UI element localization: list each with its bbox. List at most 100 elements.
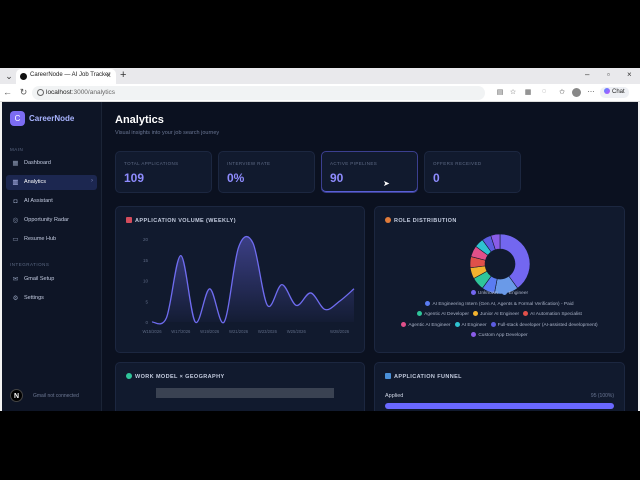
tab-title: CareerNode — AI Job Tracker — [30, 72, 111, 78]
legend-label: Agentic AI Developer — [424, 312, 469, 317]
legend-label: Custom App Developer — [478, 333, 528, 338]
legend-item[interactable]: AI Automation Specialist — [523, 310, 582, 321]
y-tick-label: 5 — [145, 299, 148, 304]
sidebar-item-ai-assistant[interactable]: ◘ AI Assistant — [6, 194, 97, 209]
legend-item[interactable]: Unknown — [470, 289, 498, 300]
maximize-icon[interactable]: ▫ — [607, 70, 610, 79]
brand-name: CareerNode — [29, 114, 75, 123]
url-text: localhost:3000/analytics — [46, 89, 115, 96]
x-tick-label: W21/2026 — [229, 329, 249, 334]
application-funnel-card: APPLICATION FUNNEL Applied 95 (100%) — [374, 362, 625, 411]
sidebar: C CareerNode MAIN ▦ Dashboard ▥ Analytic… — [2, 102, 102, 411]
mail-icon: ✉ — [12, 276, 19, 283]
x-tick-label: W19/2026 — [200, 329, 220, 334]
work-model-chart-placeholder — [156, 388, 334, 398]
site-info-icon[interactable] — [37, 89, 44, 96]
close-tab-icon[interactable]: × — [106, 71, 111, 80]
sidebar-item-label: Opportunity Radar — [24, 217, 69, 223]
legend-label: Unknown — [477, 291, 498, 296]
browser-window: ⌄ CareerNode — AI Job Tracker × + – ▫ × … — [0, 68, 640, 411]
legend-label: Full-stack developer (AI-assisted develo… — [497, 322, 598, 328]
page-title: Analytics — [115, 114, 164, 126]
legend-item[interactable]: AI Engineering Intern (Gen AI, Agents & … — [425, 300, 574, 311]
chart-icon: ▥ — [12, 179, 19, 186]
profile-avatar[interactable] — [572, 88, 581, 97]
legend-row: AI Engineering Intern (Gen AI, Agents & … — [375, 300, 624, 311]
screen: ⌄ CareerNode — AI Job Tracker × + – ▫ × … — [0, 0, 640, 480]
legend-swatch — [471, 332, 477, 337]
funnel-row-label: Applied — [385, 393, 404, 399]
legend-item[interactable]: Engineer — [501, 289, 528, 300]
stat-card-interview-rate[interactable]: INTERVIEW RATE 0% — [218, 151, 315, 193]
area-fill — [152, 236, 354, 324]
back-icon[interactable]: ← — [2, 87, 13, 97]
sidebar-item-opportunity-radar[interactable]: ◎ Opportunity Radar — [6, 213, 97, 228]
bookmark-star-icon[interactable]: ☆ — [508, 88, 518, 96]
funnel-icon — [385, 373, 391, 379]
legend-swatch — [417, 311, 423, 316]
sidebar-item-gmail-setup[interactable]: ✉ Gmail Setup — [6, 272, 97, 287]
close-window-icon[interactable]: × — [627, 70, 632, 79]
sidebar-item-dashboard[interactable]: ▦ Dashboard — [6, 156, 97, 171]
stat-card-offers-received[interactable]: OFFERS RECEIVED 0 — [424, 151, 521, 193]
stat-card-active-pipelines[interactable]: ACTIVE PIPELINES 90 — [321, 151, 418, 193]
y-tick-label: 0 — [145, 320, 148, 325]
url-path: :3000/analytics — [71, 89, 116, 96]
sidebar-item-settings[interactable]: ⚙ Settings — [6, 291, 97, 306]
stat-label: INTERVIEW RATE — [227, 161, 271, 166]
sidebar-item-label: AI Assistant — [24, 198, 53, 204]
address-bar[interactable]: localhost:3000/analytics — [32, 86, 485, 100]
sidebar-item-label: Dashboard — [24, 160, 51, 166]
legend-label: Agentic AI Engineer — [408, 322, 451, 328]
legend-item[interactable]: Custom App Developer — [471, 331, 528, 342]
extensions-icon[interactable]: ▦ — [523, 88, 533, 96]
minimize-icon[interactable]: – — [585, 70, 589, 79]
gear-icon: ⚙ — [12, 295, 19, 302]
new-tab-icon[interactable]: + — [120, 69, 126, 81]
stat-value: 0% — [227, 171, 245, 185]
mouse-cursor-icon: ➤ — [383, 179, 390, 188]
application-funnel-title-text: APPLICATION FUNNEL — [394, 374, 462, 380]
url-host: localhost — [46, 89, 72, 96]
sidebar-item-label: Gmail Setup — [24, 276, 55, 282]
role-distribution-card: ROLE DISTRIBUTION Unknown Engineer AI Engi… — [374, 206, 625, 353]
favorites-icon[interactable]: ✩ — [557, 88, 567, 96]
x-tick-label: W25/2026 — [287, 329, 307, 334]
stat-value: 0 — [433, 171, 440, 185]
sidebar-item-analytics[interactable]: ▥ Analytics › — [6, 175, 97, 190]
radar-icon: ◎ — [12, 217, 19, 224]
browser-tab[interactable]: CareerNode — AI Job Tracker × — [16, 69, 116, 84]
funnel-bar-fill — [385, 403, 614, 409]
legend-row: Unknown Engineer — [375, 289, 624, 300]
grid-icon: ▦ — [12, 160, 19, 167]
tab-search-icon[interactable]: ⌄ — [3, 70, 15, 82]
stat-card-total-applications[interactable]: TOTAL APPLICATIONS 109 — [115, 151, 212, 193]
sidebar-item-label: Resume Hub — [24, 236, 57, 242]
y-tick-label: 10 — [143, 279, 149, 284]
legend-item[interactable]: Agentic AI Engineer — [401, 321, 451, 332]
copilot-icon — [604, 88, 610, 94]
reader-icon[interactable]: ▤ — [495, 88, 505, 96]
gmail-status: Gmail not connected N — [10, 389, 100, 405]
legend-item[interactable]: Junior AI Engineer — [472, 310, 519, 321]
application-volume-chart[interactable]: 0 5 10 15 20 W15/2026 W17/2026 W19/2026 W21/2026… — [116, 207, 365, 353]
application-funnel-title: APPLICATION FUNNEL — [385, 373, 462, 380]
brand[interactable]: C CareerNode — [10, 111, 98, 127]
legend-label: AI Engineering Intern (Gen AI, Agents & … — [432, 301, 574, 307]
stat-value: 109 — [124, 171, 145, 185]
stat-label: ACTIVE PIPELINES — [330, 161, 378, 166]
funnel-bar-track — [385, 403, 614, 409]
stat-label: OFFERS RECEIVED — [433, 161, 482, 166]
more-menu-icon[interactable]: ⋯ — [586, 88, 596, 96]
legend-item[interactable]: AI Engineer — [454, 321, 487, 332]
x-tick-label: W17/2026 — [171, 329, 191, 334]
sidebar-item-resume-hub[interactable]: ▭ Resume Hub — [6, 232, 97, 247]
reload-icon[interactable]: ↻ — [18, 87, 29, 98]
stat-value: 90 — [330, 171, 344, 185]
dev-badge-icon[interactable]: N — [10, 389, 23, 402]
role-legend: Unknown Engineer AI Engineering Intern (Ge… — [375, 289, 624, 342]
refresh-page-icon[interactable]: ◌ — [539, 88, 549, 95]
legend-item[interactable]: Full-stack developer (AI-assisted develo… — [490, 321, 598, 332]
chat-button[interactable]: Chat — [600, 87, 629, 98]
legend-item[interactable]: Agentic AI Developer — [417, 310, 469, 321]
